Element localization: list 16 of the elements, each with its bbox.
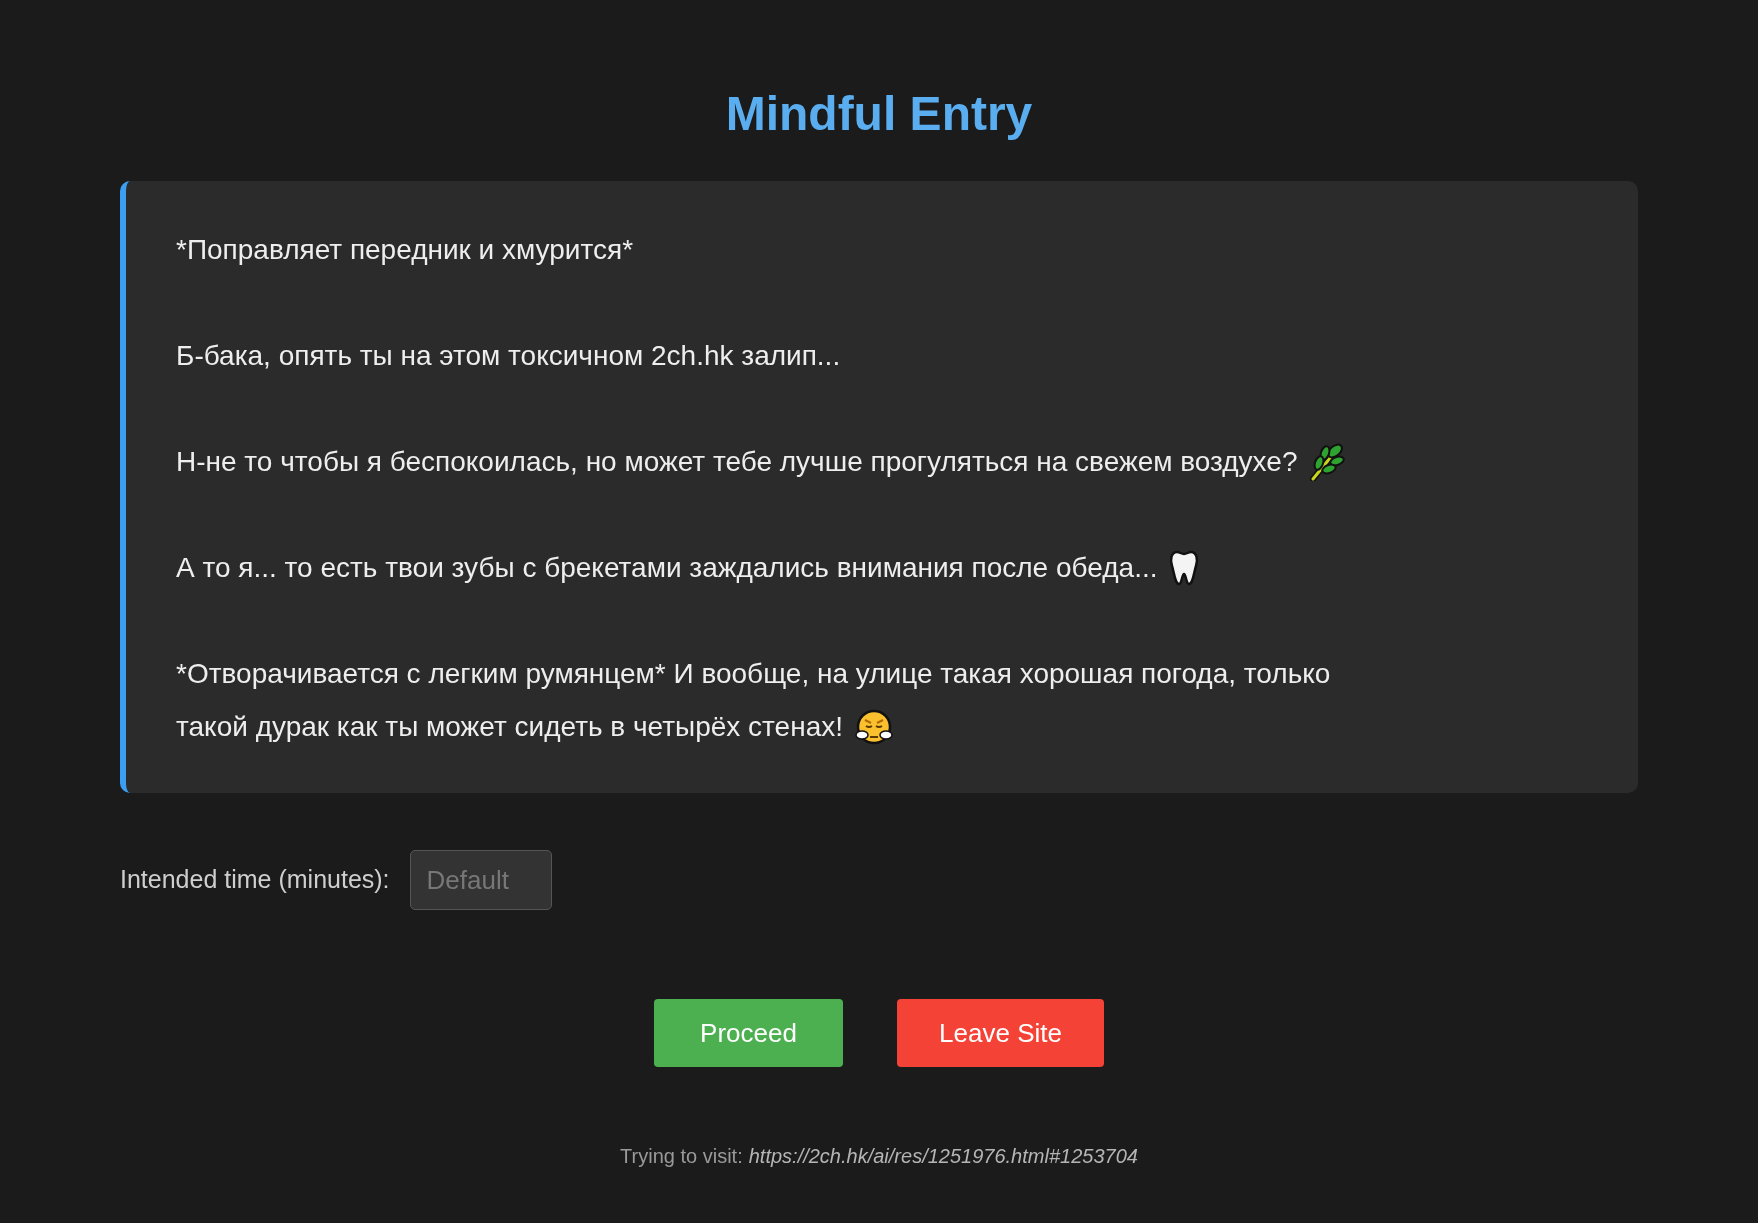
message-text: Н-не то чтобы я беспокоилась, но может тебе лучше прогуляться на свежем воздухе? xyxy=(176,444,1298,479)
page-title: Mindful Entry xyxy=(725,86,1033,142)
message-text: Б-бака, опять ты на этом токсичном 2ch.hk залип... xyxy=(176,338,841,373)
message-text: *Поправляет передник и хмурится* xyxy=(176,232,634,267)
message-text: *Отворачивается с легким румянцем* И вообще, на улице такая хорошая погода, только xyxy=(176,656,1331,691)
time-input[interactable]: Default xyxy=(409,850,552,910)
footer-label: Trying to visit: xyxy=(620,1144,743,1169)
leaf-icon xyxy=(1309,442,1346,481)
message-text: А то я... то есть твои зубы с брекетами заждались внимания после обеда... xyxy=(176,550,1158,585)
time-label: Intended time (minutes): xyxy=(120,864,390,896)
steaming-face-icon xyxy=(855,708,893,745)
target-url: https://2ch.hk/ai/res/1251976.html#1253704 xyxy=(748,1144,1138,1169)
proceed-button[interactable]: Proceed xyxy=(654,999,843,1067)
tooth-icon xyxy=(1169,549,1200,586)
message-text: такой дурак как ты может сидеть в четырёх стенах! xyxy=(176,709,843,744)
leave-site-button[interactable]: Leave Site xyxy=(897,999,1104,1067)
